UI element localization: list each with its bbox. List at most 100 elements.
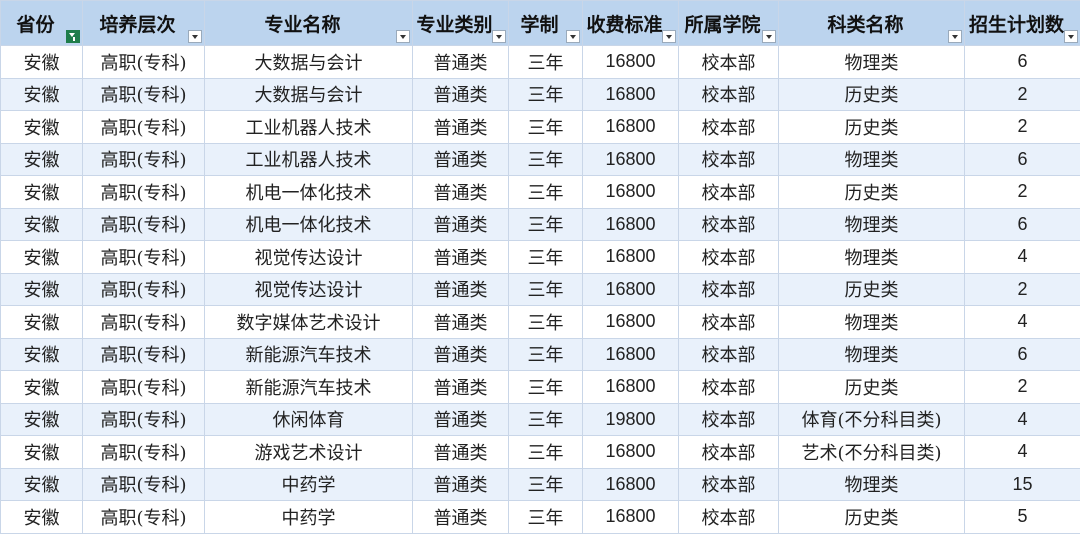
column-header-plan-count[interactable]: 招生计划数 [964, 0, 1080, 46]
cell-major-name[interactable]: 新能源汽车技术 [204, 337, 413, 371]
cell-province[interactable]: 安徽 [0, 337, 83, 371]
cell-province[interactable]: 安徽 [0, 305, 83, 339]
cell-level[interactable]: 高职(专科) [82, 45, 205, 79]
cell-province[interactable]: 安徽 [0, 370, 83, 404]
cell-level[interactable]: 高职(专科) [82, 142, 205, 176]
cell-province[interactable]: 安徽 [0, 77, 83, 111]
cell-subject-category[interactable]: 历史类 [778, 500, 965, 534]
cell-plan-count[interactable]: 4 [964, 402, 1080, 436]
cell-duration[interactable]: 三年 [508, 240, 583, 274]
filter-dropdown-icon[interactable] [762, 30, 776, 43]
cell-duration[interactable]: 三年 [508, 467, 583, 501]
column-header-major-name[interactable]: 专业名称 [204, 0, 413, 46]
cell-tuition[interactable]: 16800 [582, 305, 679, 339]
cell-subject-category[interactable]: 物理类 [778, 305, 965, 339]
cell-level[interactable]: 高职(专科) [82, 110, 205, 144]
cell-major-name[interactable]: 视觉传达设计 [204, 272, 413, 306]
cell-duration[interactable]: 三年 [508, 77, 583, 111]
cell-province[interactable]: 安徽 [0, 175, 83, 209]
cell-tuition[interactable]: 16800 [582, 142, 679, 176]
cell-subject-category[interactable]: 物理类 [778, 240, 965, 274]
cell-level[interactable]: 高职(专科) [82, 435, 205, 469]
cell-tuition[interactable]: 16800 [582, 45, 679, 79]
cell-subject-category[interactable]: 历史类 [778, 77, 965, 111]
cell-college[interactable]: 校本部 [678, 467, 779, 501]
cell-tuition[interactable]: 16800 [582, 467, 679, 501]
cell-province[interactable]: 安徽 [0, 240, 83, 274]
cell-major-name[interactable]: 休闲体育 [204, 402, 413, 436]
cell-duration[interactable]: 三年 [508, 207, 583, 241]
cell-major-name[interactable]: 工业机器人技术 [204, 142, 413, 176]
cell-college[interactable]: 校本部 [678, 175, 779, 209]
cell-duration[interactable]: 三年 [508, 337, 583, 371]
cell-plan-count[interactable]: 4 [964, 435, 1080, 469]
cell-plan-count[interactable]: 5 [964, 500, 1080, 534]
cell-major-name[interactable]: 中药学 [204, 500, 413, 534]
cell-level[interactable]: 高职(专科) [82, 467, 205, 501]
filter-dropdown-icon[interactable] [188, 30, 202, 43]
cell-province[interactable]: 安徽 [0, 142, 83, 176]
cell-duration[interactable]: 三年 [508, 110, 583, 144]
cell-plan-count[interactable]: 4 [964, 240, 1080, 274]
cell-major-category[interactable]: 普通类 [412, 207, 509, 241]
cell-plan-count[interactable]: 2 [964, 175, 1080, 209]
cell-duration[interactable]: 三年 [508, 45, 583, 79]
cell-province[interactable]: 安徽 [0, 402, 83, 436]
cell-major-category[interactable]: 普通类 [412, 467, 509, 501]
cell-duration[interactable]: 三年 [508, 142, 583, 176]
cell-duration[interactable]: 三年 [508, 500, 583, 534]
cell-tuition[interactable]: 16800 [582, 240, 679, 274]
cell-major-name[interactable]: 大数据与会计 [204, 45, 413, 79]
cell-major-name[interactable]: 机电一体化技术 [204, 175, 413, 209]
cell-major-category[interactable]: 普通类 [412, 305, 509, 339]
cell-level[interactable]: 高职(专科) [82, 337, 205, 371]
filter-dropdown-icon[interactable] [1064, 30, 1078, 43]
cell-tuition[interactable]: 16800 [582, 272, 679, 306]
cell-plan-count[interactable]: 6 [964, 337, 1080, 371]
cell-level[interactable]: 高职(专科) [82, 240, 205, 274]
cell-major-category[interactable]: 普通类 [412, 77, 509, 111]
cell-subject-category[interactable]: 历史类 [778, 370, 965, 404]
column-header-subject-category[interactable]: 科类名称 [778, 0, 965, 46]
cell-major-category[interactable]: 普通类 [412, 45, 509, 79]
column-header-tuition[interactable]: 收费标准 [582, 0, 679, 46]
filter-dropdown-icon[interactable] [566, 30, 580, 43]
cell-subject-category[interactable]: 物理类 [778, 467, 965, 501]
cell-subject-category[interactable]: 艺术(不分科目类) [778, 435, 965, 469]
cell-subject-category[interactable]: 历史类 [778, 110, 965, 144]
cell-duration[interactable]: 三年 [508, 272, 583, 306]
cell-plan-count[interactable]: 2 [964, 77, 1080, 111]
filter-dropdown-icon[interactable] [492, 30, 506, 43]
cell-plan-count[interactable]: 6 [964, 142, 1080, 176]
cell-plan-count[interactable]: 6 [964, 207, 1080, 241]
cell-level[interactable]: 高职(专科) [82, 402, 205, 436]
cell-level[interactable]: 高职(专科) [82, 305, 205, 339]
cell-subject-category[interactable]: 历史类 [778, 272, 965, 306]
column-header-college[interactable]: 所属学院 [678, 0, 779, 46]
cell-plan-count[interactable]: 2 [964, 272, 1080, 306]
cell-subject-category[interactable]: 历史类 [778, 175, 965, 209]
cell-major-category[interactable]: 普通类 [412, 272, 509, 306]
cell-tuition[interactable]: 16800 [582, 370, 679, 404]
cell-major-name[interactable]: 工业机器人技术 [204, 110, 413, 144]
filter-active-icon[interactable] [66, 30, 80, 43]
cell-college[interactable]: 校本部 [678, 142, 779, 176]
cell-plan-count[interactable]: 2 [964, 110, 1080, 144]
column-header-major-category[interactable]: 专业类别 [412, 0, 509, 46]
cell-college[interactable]: 校本部 [678, 402, 779, 436]
cell-major-category[interactable]: 普通类 [412, 142, 509, 176]
cell-level[interactable]: 高职(专科) [82, 175, 205, 209]
cell-duration[interactable]: 三年 [508, 402, 583, 436]
cell-level[interactable]: 高职(专科) [82, 272, 205, 306]
cell-province[interactable]: 安徽 [0, 272, 83, 306]
cell-major-name[interactable]: 游戏艺术设计 [204, 435, 413, 469]
cell-college[interactable]: 校本部 [678, 45, 779, 79]
cell-subject-category[interactable]: 物理类 [778, 207, 965, 241]
cell-major-category[interactable]: 普通类 [412, 402, 509, 436]
cell-major-category[interactable]: 普通类 [412, 370, 509, 404]
cell-college[interactable]: 校本部 [678, 370, 779, 404]
cell-province[interactable]: 安徽 [0, 45, 83, 79]
cell-level[interactable]: 高职(专科) [82, 500, 205, 534]
cell-plan-count[interactable]: 4 [964, 305, 1080, 339]
cell-college[interactable]: 校本部 [678, 500, 779, 534]
